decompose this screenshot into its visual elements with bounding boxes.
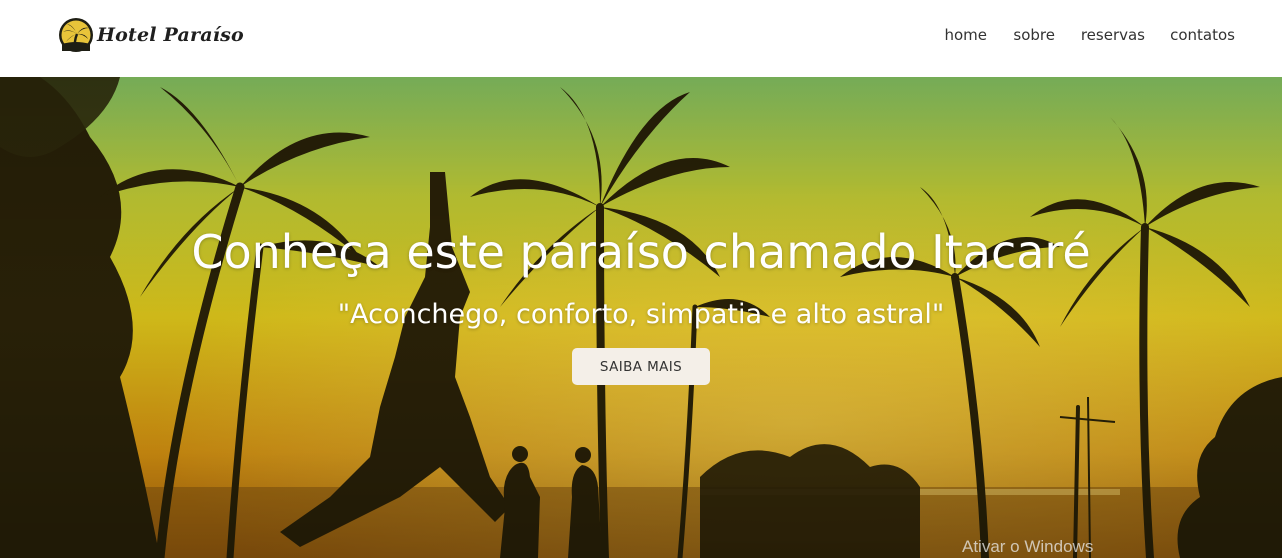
nav-link-contatos[interactable]: contatos: [1170, 26, 1235, 44]
hero-section: Conheça este paraíso chamado Itacaré "Ac…: [0, 77, 1282, 558]
hero-subtitle: "Aconchego, conforto, simpatia e alto as…: [337, 299, 945, 330]
logo-text: Hotel Paraíso: [97, 24, 244, 46]
nav-link-home[interactable]: home: [944, 26, 987, 44]
hero-title: Conheça este paraíso chamado Itacaré: [191, 225, 1091, 279]
saiba-mais-button[interactable]: SAIBA MAIS: [572, 348, 710, 385]
windows-activation-watermark: Ativar o Windows: [962, 537, 1094, 556]
palm-tree-logo-icon: [59, 18, 93, 52]
navbar: Hotel Paraíso home sobre reservas contat…: [0, 0, 1282, 77]
hotel-logo[interactable]: Hotel Paraíso: [58, 17, 244, 53]
nav-link-sobre[interactable]: sobre: [1013, 26, 1055, 44]
nav-link-reservas[interactable]: reservas: [1081, 26, 1145, 44]
